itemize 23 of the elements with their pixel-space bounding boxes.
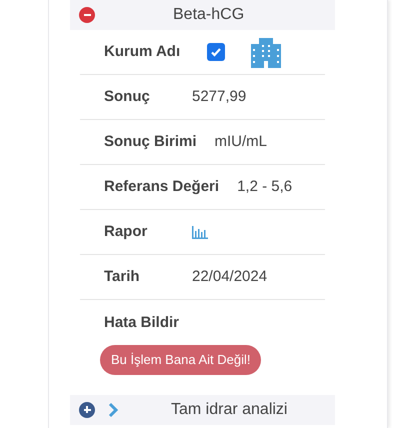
checkbox[interactable] (207, 43, 226, 61)
test-name: Tam idrar analizi (171, 400, 288, 420)
bar-chart-icon[interactable] (192, 226, 208, 238)
field-label: Tarih (104, 266, 141, 287)
test-name: Beta-hCG (173, 5, 244, 25)
collapse-icon[interactable] (79, 7, 95, 23)
field-value: mIU/mL (214, 132, 268, 152)
test-header[interactable]: Beta-hCG (70, 0, 335, 30)
hospital-building-icon (251, 36, 282, 68)
report-error-button[interactable]: Bu İşlem Bana Ait Değil! (100, 344, 262, 374)
expand-icon[interactable] (79, 402, 95, 418)
field-label: Kurum Adı (104, 42, 180, 62)
field-value: 1,2 - 5,6 (237, 176, 292, 197)
test-header[interactable]: Tam idrar analizi (70, 394, 335, 424)
field-label: Referans Değeri (104, 176, 220, 197)
field-label: Rapor (104, 222, 148, 242)
chevron-right-icon (108, 402, 119, 418)
field-value: 5277,99 (192, 86, 246, 107)
field-value: 22/04/2024 (192, 266, 268, 287)
field-label: Sonuç Birimi (104, 132, 197, 152)
field-label: Hata Bildir (104, 313, 180, 333)
check-icon (210, 46, 222, 58)
field-label: Sonuç (104, 86, 151, 107)
